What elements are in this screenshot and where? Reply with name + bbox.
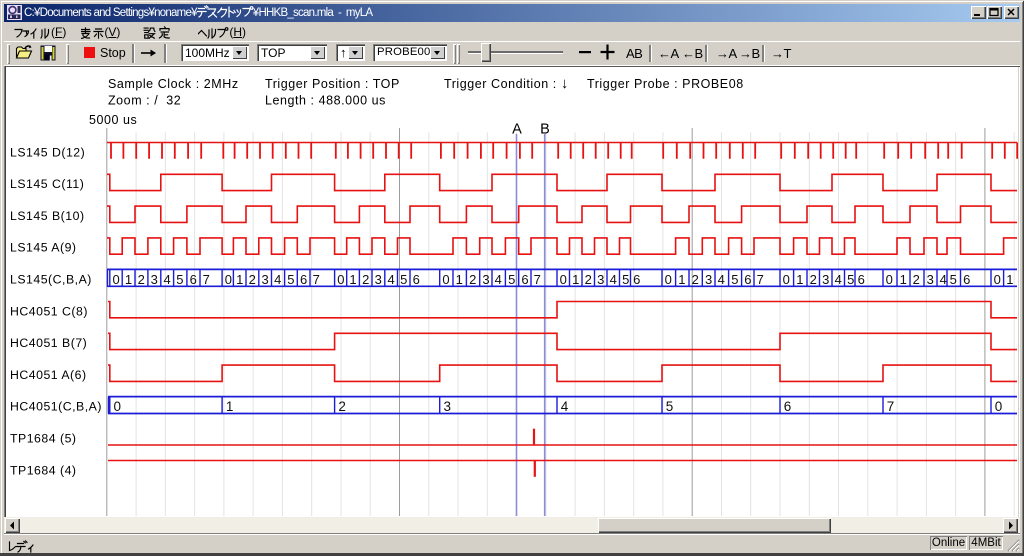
svg-text:2: 2 [338, 399, 346, 414]
svg-text:1: 1 [796, 272, 803, 287]
svg-text:LS145(C,B,A): LS145(C,B,A) [10, 273, 92, 287]
svg-text:3: 3 [443, 399, 451, 414]
svg-text:Length : 488.000 us: Length : 488.000 us [265, 94, 386, 108]
svg-text:0: 0 [560, 272, 567, 287]
svg-text:7: 7 [203, 272, 210, 287]
svg-text:5: 5 [847, 272, 854, 287]
svg-text:B: B [540, 122, 550, 138]
svg-text:LS145 A(9): LS145 A(9) [10, 241, 77, 255]
svg-text:3: 3 [927, 272, 934, 287]
svg-text:6: 6 [521, 272, 528, 287]
svg-text:7: 7 [757, 272, 764, 287]
svg-text:0: 0 [994, 272, 1001, 287]
svg-text:LS145 C(11): LS145 C(11) [10, 177, 84, 191]
svg-text:4: 4 [718, 272, 725, 287]
svg-text:0: 0 [225, 272, 232, 287]
svg-text:4: 4 [835, 272, 842, 287]
svg-text:7: 7 [534, 272, 541, 287]
svg-text:6: 6 [413, 272, 420, 287]
svg-text:5: 5 [666, 399, 674, 414]
svg-text:4: 4 [274, 272, 281, 287]
svg-text:HC4051 B(7): HC4051 B(7) [10, 336, 87, 350]
svg-text:LS145 B(10): LS145 B(10) [10, 209, 85, 223]
svg-text:Trigger Position : TOP: Trigger Position : TOP [265, 77, 400, 91]
svg-text:7: 7 [887, 399, 895, 414]
svg-text:0: 0 [442, 272, 449, 287]
svg-text:4: 4 [495, 272, 502, 287]
svg-text:3: 3 [375, 272, 382, 287]
svg-text:4: 4 [561, 399, 569, 414]
svg-text:6: 6 [744, 272, 751, 287]
svg-text:1: 1 [236, 272, 243, 287]
svg-text:1: 1 [456, 272, 463, 287]
svg-text:2: 2 [249, 272, 256, 287]
svg-text:1: 1 [572, 272, 579, 287]
svg-text:2: 2 [138, 272, 145, 287]
svg-text:7: 7 [313, 272, 320, 287]
svg-text:1: 1 [125, 272, 132, 287]
svg-text:LS145 D(12): LS145 D(12) [10, 145, 85, 159]
svg-text:5: 5 [287, 272, 294, 287]
svg-text:4: 4 [610, 272, 617, 287]
svg-text:6: 6 [190, 272, 197, 287]
svg-text:HC4051 A(6): HC4051 A(6) [10, 368, 87, 382]
svg-text:Trigger Condition : ↓: Trigger Condition : ↓ [444, 75, 569, 92]
svg-text:0: 0 [337, 272, 344, 287]
svg-text:HC4051(C,B,A): HC4051(C,B,A) [10, 400, 102, 414]
svg-text:4: 4 [387, 272, 394, 287]
svg-text:5000 us: 5000 us [89, 113, 137, 127]
svg-text:1: 1 [1006, 272, 1013, 287]
svg-text:2: 2 [585, 272, 592, 287]
svg-text:3: 3 [151, 272, 158, 287]
svg-text:Sample Clock : 2MHz: Sample Clock : 2MHz [108, 77, 239, 91]
svg-text:2: 2 [913, 272, 920, 287]
svg-text:5: 5 [622, 272, 629, 287]
svg-text:4: 4 [163, 272, 170, 287]
svg-text:1: 1 [900, 272, 907, 287]
svg-text:2: 2 [469, 272, 476, 287]
svg-text:3: 3 [597, 272, 604, 287]
svg-text:0: 0 [995, 399, 1003, 414]
svg-text:3: 3 [261, 272, 268, 287]
svg-text:5: 5 [508, 272, 515, 287]
svg-text:6: 6 [633, 272, 640, 287]
svg-text:5: 5 [400, 272, 407, 287]
svg-text:Zoom : / 32: Zoom : / 32 [108, 94, 181, 108]
svg-text:1: 1 [349, 272, 356, 287]
svg-text:5: 5 [950, 272, 957, 287]
svg-text:4: 4 [940, 272, 947, 287]
svg-text:6: 6 [300, 272, 307, 287]
svg-text:3: 3 [705, 272, 712, 287]
svg-text:5: 5 [731, 272, 738, 287]
svg-text:2: 2 [810, 272, 817, 287]
svg-text:TP1684 (4): TP1684 (4) [10, 463, 77, 477]
svg-text:HC4051 C(8): HC4051 C(8) [10, 304, 88, 318]
svg-text:3: 3 [822, 272, 829, 287]
svg-text:6: 6 [858, 272, 865, 287]
svg-text:0: 0 [886, 272, 893, 287]
svg-text:0: 0 [665, 272, 672, 287]
svg-text:3: 3 [482, 272, 489, 287]
svg-text:0: 0 [783, 272, 790, 287]
svg-text:A: A [512, 122, 522, 138]
svg-text:1: 1 [678, 272, 685, 287]
svg-text:1: 1 [226, 399, 234, 414]
svg-text:0: 0 [114, 399, 122, 414]
svg-text:Trigger Probe : PROBE08: Trigger Probe : PROBE08 [587, 77, 744, 91]
svg-text:2: 2 [692, 272, 699, 287]
svg-text:6: 6 [784, 399, 792, 414]
svg-text:2: 2 [362, 272, 369, 287]
svg-text:5: 5 [176, 272, 183, 287]
svg-text:TP1684 (5): TP1684 (5) [10, 432, 77, 446]
svg-text:0: 0 [112, 272, 119, 287]
svg-text:6: 6 [963, 272, 970, 287]
